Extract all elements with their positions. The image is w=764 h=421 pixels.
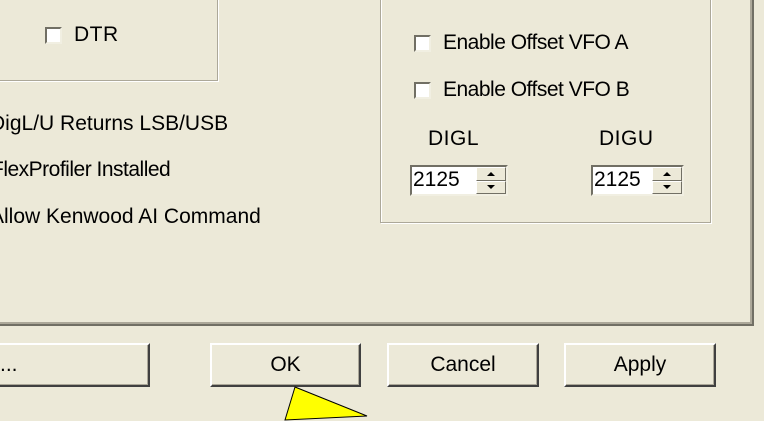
digl-returns-label: DigL/U Returns LSB/USB [0, 112, 229, 135]
apply-button[interactable]: Apply [564, 343, 716, 387]
arrow-up-icon [663, 171, 671, 176]
enable-offset-vfo-b-checkbox[interactable] [414, 81, 431, 99]
enable-offset-vfo-b-label: Enable Offset VFO B [443, 78, 630, 101]
ok-button[interactable]: OK [210, 343, 361, 387]
ellipsis-button[interactable]: ... [0, 343, 150, 387]
digl-spin-down-button[interactable] [476, 180, 506, 194]
digl-value[interactable]: 2125 [412, 167, 476, 194]
digl-spinner[interactable]: 2125 [410, 165, 508, 196]
dtr-checkbox[interactable] [45, 26, 62, 44]
cancel-button[interactable]: Cancel [387, 343, 539, 387]
enable-offset-vfo-a-checkbox[interactable] [414, 34, 431, 52]
digu-spinner[interactable]: 2125 [591, 165, 684, 196]
dtr-label: DTR [74, 23, 119, 46]
digu-spin-buttons [652, 167, 682, 194]
dtr-checkbox-row[interactable]: DTR [45, 22, 119, 48]
digu-spin-down-button[interactable] [652, 180, 682, 194]
digu-value[interactable]: 2125 [593, 167, 652, 194]
enable-offset-vfo-a-row[interactable]: Enable Offset VFO A [414, 30, 629, 56]
enable-offset-vfo-b-row[interactable]: Enable Offset VFO B [414, 77, 630, 103]
allow-kenwood-ai-label: Allow Kenwood AI Command [0, 205, 261, 228]
enable-offset-vfo-a-label: Enable Offset VFO A [443, 31, 629, 54]
digu-label: DIGU [599, 127, 654, 150]
arrow-down-icon [487, 185, 495, 190]
digu-spin-up-button[interactable] [652, 167, 682, 181]
digl-spin-buttons [476, 167, 506, 194]
arrow-down-icon [663, 185, 671, 190]
arrow-up-icon [487, 171, 495, 176]
settings-dialog: DTR DigL/U Returns LSB/USB FlexProfiler … [0, 0, 764, 421]
pointer-arrow-icon [284, 386, 368, 421]
digl-label: DIGL [428, 127, 480, 150]
digl-spin-up-button[interactable] [476, 167, 506, 181]
flexprofiler-installed-label: FlexProfiler Installed [0, 158, 171, 181]
